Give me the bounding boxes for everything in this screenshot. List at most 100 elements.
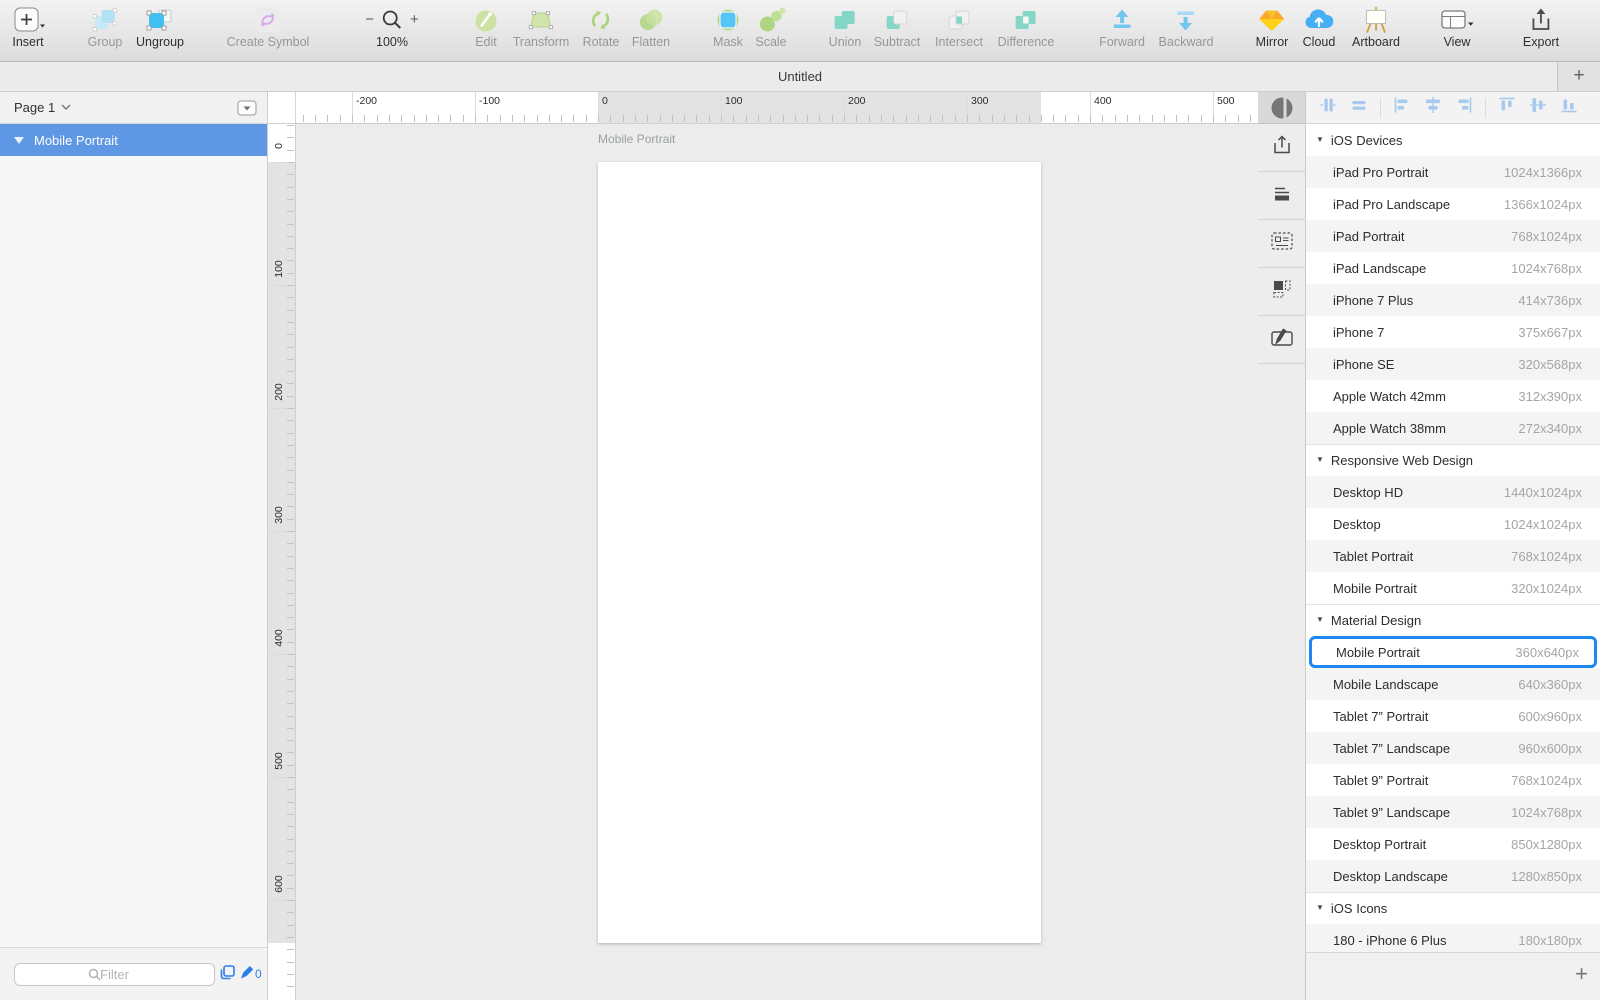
zoom-button[interactable]: − +100% xyxy=(365,4,419,49)
section-title: Material Design xyxy=(1330,613,1422,628)
ruler-tick xyxy=(287,457,294,459)
mask-button[interactable]: Mask xyxy=(713,4,743,49)
device-preset-row[interactable]: Tablet 9” Landscape 1024x768px xyxy=(1306,796,1600,828)
align-center-horizontally-button[interactable] xyxy=(1423,95,1443,120)
craft-logo-cell[interactable] xyxy=(1258,92,1305,124)
flatten-layers-tool[interactable] xyxy=(1258,172,1305,220)
add-preset-button[interactable]: + xyxy=(1575,961,1588,987)
ruler-tick xyxy=(352,115,353,122)
distribute-vertically-icon xyxy=(1349,101,1369,119)
backward-button[interactable]: Backward xyxy=(1159,4,1213,49)
zoom-out-button[interactable]: − xyxy=(365,11,374,28)
annotate-pen-tool[interactable] xyxy=(1258,316,1305,364)
zoom-in-button[interactable]: + xyxy=(410,11,419,28)
rotate-button[interactable]: Rotate xyxy=(583,4,619,49)
section-collapse-triangle-icon[interactable]: ▼ xyxy=(1316,615,1324,624)
difference-button[interactable]: Difference xyxy=(998,4,1054,49)
preset-name: Tablet Portrait xyxy=(1333,548,1414,564)
section-collapse-triangle-icon[interactable]: ▼ xyxy=(1316,903,1324,912)
create-symbol-button[interactable]: Create Symbol xyxy=(227,4,309,49)
align-top-button[interactable] xyxy=(1497,95,1517,120)
device-preset-row[interactable]: Apple Watch 38mm 272x340px xyxy=(1306,412,1600,444)
page-selector[interactable]: Page 1 xyxy=(0,92,267,124)
transform-button[interactable]: Transform xyxy=(513,4,569,49)
artboard-title[interactable]: Mobile Portrait xyxy=(598,132,675,146)
device-preset-row[interactable]: Tablet 7” Portrait 600x960px xyxy=(1306,700,1600,732)
device-preset-row[interactable]: 180 - iPhone 6 Plus 180x180px xyxy=(1306,924,1600,952)
device-preset-row[interactable]: iPad Landscape 1024x768px xyxy=(1306,252,1600,284)
device-preset-row[interactable]: Tablet 7” Landscape 960x600px xyxy=(1306,732,1600,764)
intersect-button[interactable]: Intersect xyxy=(935,4,983,49)
device-preset-row[interactable]: iPad Pro Portrait 1024x1366px xyxy=(1306,156,1600,188)
align-center-horizontally-icon xyxy=(1423,97,1443,119)
device-preset-row[interactable]: Apple Watch 42mm 312x390px xyxy=(1306,380,1600,412)
device-preset-row[interactable]: iPad Pro Landscape 1366x1024px xyxy=(1306,188,1600,220)
device-preset-row-selected[interactable]: Mobile Portrait 360x640px xyxy=(1309,636,1597,668)
ruler-tick xyxy=(634,115,636,122)
pencil-icon[interactable] xyxy=(239,964,255,980)
edit-button[interactable]: Edit xyxy=(472,4,500,49)
section-collapse-triangle-icon[interactable]: ▼ xyxy=(1316,455,1324,464)
group-button[interactable]: Group xyxy=(88,4,122,49)
mirror-button[interactable]: Mirror xyxy=(1256,4,1288,49)
ruler-tick xyxy=(287,789,294,791)
device-preset-row[interactable]: Desktop Landscape 1280x850px xyxy=(1306,860,1600,892)
artboard-preset-list[interactable]: ▼ iOS Devices iPad Pro Portrait 1024x1366px… xyxy=(1306,124,1600,952)
layer-item-mobile-portrait[interactable]: Mobile Portrait xyxy=(0,124,267,156)
align-middle-vertically-button[interactable] xyxy=(1528,95,1548,120)
union-button[interactable]: Union xyxy=(829,4,861,49)
subtract-button[interactable]: Subtract xyxy=(874,4,920,49)
device-section-header[interactable]: ▼ Responsive Web Design xyxy=(1306,444,1600,476)
disclosure-triangle-icon[interactable] xyxy=(14,136,24,144)
pages-overview-icon[interactable] xyxy=(218,964,237,981)
device-preset-row[interactable]: Mobile Portrait 320x1024px xyxy=(1306,572,1600,604)
insert-button[interactable]: Insert xyxy=(10,4,46,49)
preset-name: Mobile Portrait xyxy=(1336,644,1420,660)
ruler-tick xyxy=(979,115,981,122)
ruler-tick xyxy=(287,986,294,988)
duplicate-stack-tool[interactable] xyxy=(1258,268,1305,316)
forward-button[interactable]: Forward xyxy=(1099,4,1145,49)
device-preset-row[interactable]: iPhone SE 320x568px xyxy=(1306,348,1600,380)
artboard-label: Artboard xyxy=(1352,35,1400,49)
view-button[interactable]: View xyxy=(1438,4,1476,49)
align-right-icon xyxy=(1454,97,1474,119)
device-preset-row[interactable]: Mobile Landscape 640x360px xyxy=(1306,668,1600,700)
scale-button[interactable]: Scale xyxy=(755,4,787,49)
align-right-button[interactable] xyxy=(1454,95,1474,120)
align-bottom-button[interactable] xyxy=(1559,95,1579,120)
flatten-button[interactable]: Flatten xyxy=(632,4,670,49)
ruler-tick xyxy=(287,690,294,692)
share-tool[interactable] xyxy=(1258,124,1305,172)
device-preset-row[interactable]: Desktop HD 1440x1024px xyxy=(1306,476,1600,508)
device-preset-row[interactable]: iPad Portrait 768x1024px xyxy=(1306,220,1600,252)
export-button[interactable]: Export xyxy=(1523,4,1559,49)
device-preset-row[interactable]: iPhone 7 Plus 414x736px xyxy=(1306,284,1600,316)
ungroup-button[interactable]: Ungroup xyxy=(136,4,184,49)
new-tab-button[interactable]: + xyxy=(1557,62,1600,92)
canvas-area[interactable]: -200 -100 0 100 200 300 400 500 0 100 200 300 400 50… xyxy=(268,92,1258,1000)
distribute-horizontally-button[interactable] xyxy=(1318,95,1338,120)
device-section-header[interactable]: ▼ iOS Devices xyxy=(1306,124,1600,156)
preset-size: 414x736px xyxy=(1518,292,1582,308)
device-preset-row[interactable]: Tablet 9” Portrait 768x1024px xyxy=(1306,764,1600,796)
filter-input[interactable] xyxy=(14,963,215,986)
preset-name: 180 - iPhone 6 Plus xyxy=(1333,932,1447,948)
cloud-button[interactable]: Cloud xyxy=(1302,4,1336,49)
device-preset-row[interactable]: Desktop Portrait 850x1280px xyxy=(1306,828,1600,860)
artboard-button[interactable]: Artboard xyxy=(1352,4,1400,49)
artboard[interactable] xyxy=(598,162,1041,943)
device-section-header[interactable]: ▼ iOS Icons xyxy=(1306,892,1600,924)
align-left-button[interactable] xyxy=(1392,95,1412,120)
ruler-tick xyxy=(1200,115,1202,122)
page-list-toggle-icon[interactable] xyxy=(237,100,257,116)
device-preset-row[interactable]: iPhone 7 375x667px xyxy=(1306,316,1600,348)
device-preset-row[interactable]: Desktop 1024x1024px xyxy=(1306,508,1600,540)
device-section-header[interactable]: ▼ Material Design xyxy=(1306,604,1600,636)
distribute-vertically-button[interactable] xyxy=(1349,95,1369,120)
preset-name: iPhone SE xyxy=(1333,356,1395,372)
ruler-tick xyxy=(733,115,735,122)
form-card-tool[interactable] xyxy=(1258,220,1305,268)
section-collapse-triangle-icon[interactable]: ▼ xyxy=(1316,135,1324,144)
device-preset-row[interactable]: Tablet Portrait 768x1024px xyxy=(1306,540,1600,572)
